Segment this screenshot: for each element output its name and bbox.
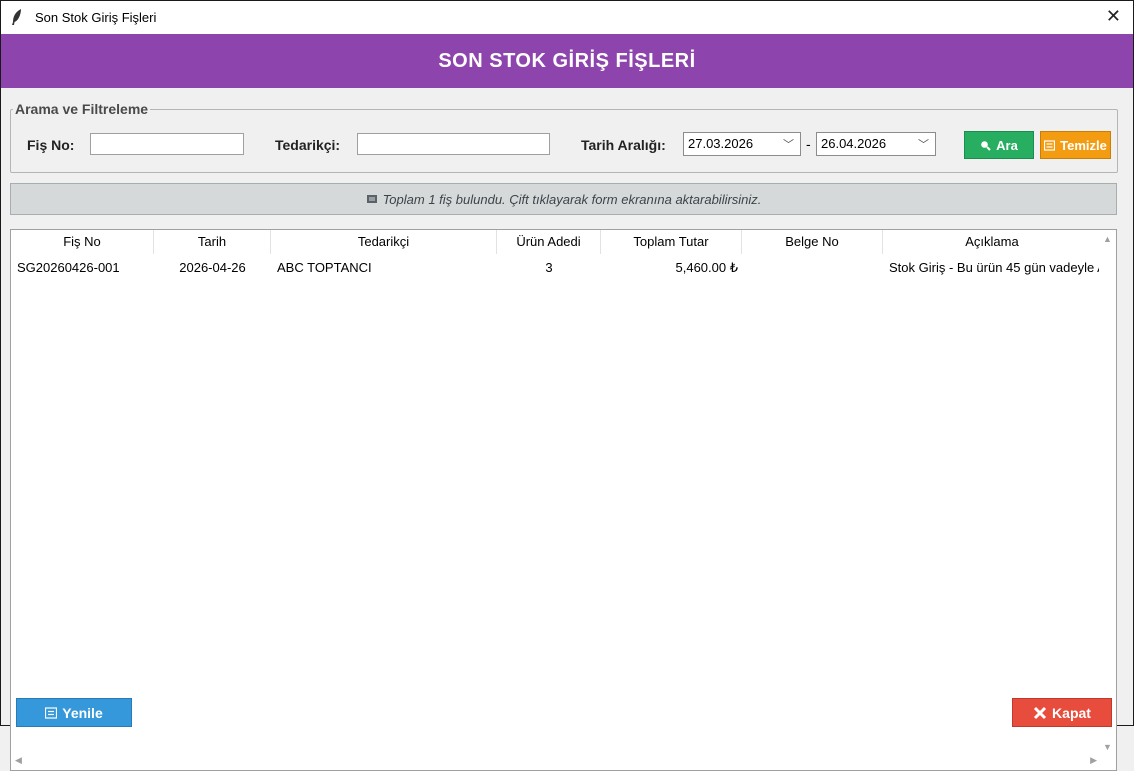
scroll-right-icon[interactable]: ▶ — [1090, 755, 1097, 766]
results-table[interactable]: Fiş No Tarih Tedarikçi Ürün Adedi Toplam… — [10, 229, 1117, 771]
feather-icon — [12, 9, 21, 25]
close-icon[interactable]: ✕ — [1106, 6, 1121, 27]
column-header-aciklama[interactable]: Açıklama — [883, 230, 1101, 254]
cell-fis-no: SG20260426-001 — [17, 260, 120, 275]
chevron-down-icon[interactable]: ﹀ — [783, 136, 794, 152]
clear-button-label: Temizle — [1060, 137, 1107, 153]
title-bar: Son Stok Giriş Fişleri ✕ — [1, 1, 1133, 34]
column-header-tarih[interactable]: Tarih — [154, 230, 271, 254]
vertical-scrollbar[interactable]: ▲ ▼ — [1099, 230, 1116, 754]
info-icon — [366, 195, 377, 203]
column-header-urun-adedi[interactable]: Ürün Adedi — [497, 230, 601, 254]
scroll-up-icon[interactable]: ▲ — [1103, 234, 1112, 244]
table-header: Fiş No Tarih Tedarikçi Ürün Adedi Toplam… — [11, 230, 1101, 254]
cell-tarih: 2026-04-26 — [179, 260, 246, 275]
date-separator: - — [806, 136, 811, 152]
date-to-value: 26.04.2026 — [821, 136, 887, 151]
info-bar: Toplam 1 fiş bulundu. Çift tıklayarak fo… — [10, 183, 1117, 215]
date-to-picker[interactable]: 26.04.2026 ﹀ — [816, 132, 936, 156]
filter-legend: Arama ve Filtreleme — [13, 101, 151, 117]
chevron-down-icon[interactable]: ﹀ — [918, 136, 929, 152]
cell-tedarikci: ABC TOPTANCI — [277, 260, 372, 275]
fis-no-input[interactable] — [90, 133, 244, 155]
search-button[interactable]: Ara — [964, 131, 1034, 159]
tedarikci-label: Tedarikçi: — [275, 137, 341, 153]
close-button[interactable]: Kapat — [1012, 698, 1112, 727]
date-from-value: 27.03.2026 — [688, 136, 754, 151]
tarih-label: Tarih Aralığı: — [581, 137, 666, 153]
page-banner: SON STOK GİRİŞ FİŞLERİ — [1, 34, 1133, 88]
x-icon — [1033, 706, 1047, 719]
window-title: Son Stok Giriş Fişleri — [35, 10, 157, 25]
refresh-button-label: Yenile — [62, 704, 103, 721]
info-text: Toplam 1 fiş bulundu. Çift tıklayarak fo… — [382, 191, 762, 207]
clear-icon — [1044, 139, 1056, 151]
column-header-toplam-tutar[interactable]: Toplam Tutar — [601, 230, 742, 254]
cell-aciklama: Stok Giriş - Bu ürün 45 gün vadeyle Alı — [889, 260, 1101, 275]
column-header-tedarikci[interactable]: Tedarikçi — [271, 230, 497, 254]
refresh-button[interactable]: Yenile — [16, 698, 132, 727]
search-button-label: Ara — [996, 137, 1018, 153]
fis-no-label: Fiş No: — [27, 137, 75, 153]
cell-urun-adedi: 3 — [545, 260, 553, 275]
tedarikci-input[interactable] — [357, 133, 550, 155]
scroll-left-icon[interactable]: ◀ — [15, 755, 22, 766]
clear-button[interactable]: Temizle — [1040, 131, 1111, 159]
refresh-icon — [45, 706, 58, 719]
column-header-fis-no[interactable]: Fiş No — [11, 230, 154, 254]
window: Son Stok Giriş Fişleri ✕ SON STOK GİRİŞ … — [0, 0, 1134, 771]
cell-toplam-tutar: 5,460.00 ₺ — [675, 260, 739, 275]
scroll-down-icon[interactable]: ▼ — [1103, 742, 1112, 752]
column-header-belge-no[interactable]: Belge No — [742, 230, 883, 254]
date-from-picker[interactable]: 27.03.2026 ﹀ — [683, 132, 801, 156]
horizontal-scrollbar[interactable]: ◀ ▶ — [11, 753, 1101, 770]
close-button-label: Kapat — [1052, 704, 1091, 721]
search-icon — [981, 140, 991, 151]
